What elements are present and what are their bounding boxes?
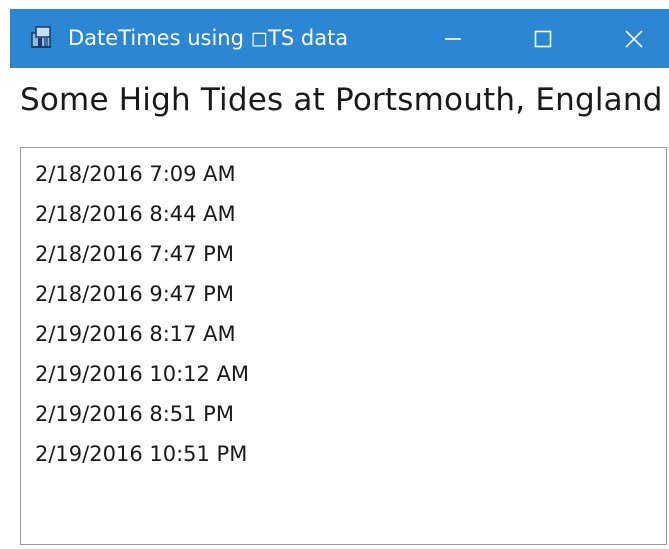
list-item[interactable]: 2/18/2016 9:47 PM [35, 282, 234, 306]
window-title: DateTimes using ◻TS data [68, 26, 349, 50]
list-item[interactable]: 2/19/2016 10:51 PM [35, 442, 247, 466]
app-icon[interactable] [28, 23, 56, 51]
list-item[interactable]: 2/19/2016 8:51 PM [35, 402, 234, 426]
title-bar-background[interactable]: DateTimes using ◻TS data [10, 9, 669, 68]
close-button[interactable] [588, 9, 669, 68]
close-icon [625, 29, 643, 48]
maximize-button[interactable] [497, 9, 589, 68]
list-item[interactable]: 2/18/2016 7:47 PM [35, 242, 234, 266]
list-item[interactable]: 2/19/2016 10:12 AM [35, 362, 249, 386]
minimize-icon [445, 37, 461, 40]
app-window: DateTimes using ◻TS data Some High Tides… [0, 0, 669, 549]
title-bar: DateTimes using ◻TS data [0, 0, 669, 68]
list-item[interactable]: 2/19/2016 8:17 AM [35, 322, 236, 346]
list-item[interactable]: 2/18/2016 8:44 AM [35, 202, 236, 226]
list-item[interactable]: 2/18/2016 7:09 AM [35, 162, 236, 186]
minimize-button[interactable] [407, 9, 499, 68]
page-heading: Some High Tides at Portsmouth, England [20, 82, 663, 118]
tides-listbox[interactable]: 2/18/2016 7:09 AM 2/18/2016 8:44 AM 2/18… [20, 147, 667, 545]
maximize-icon [534, 30, 552, 47]
